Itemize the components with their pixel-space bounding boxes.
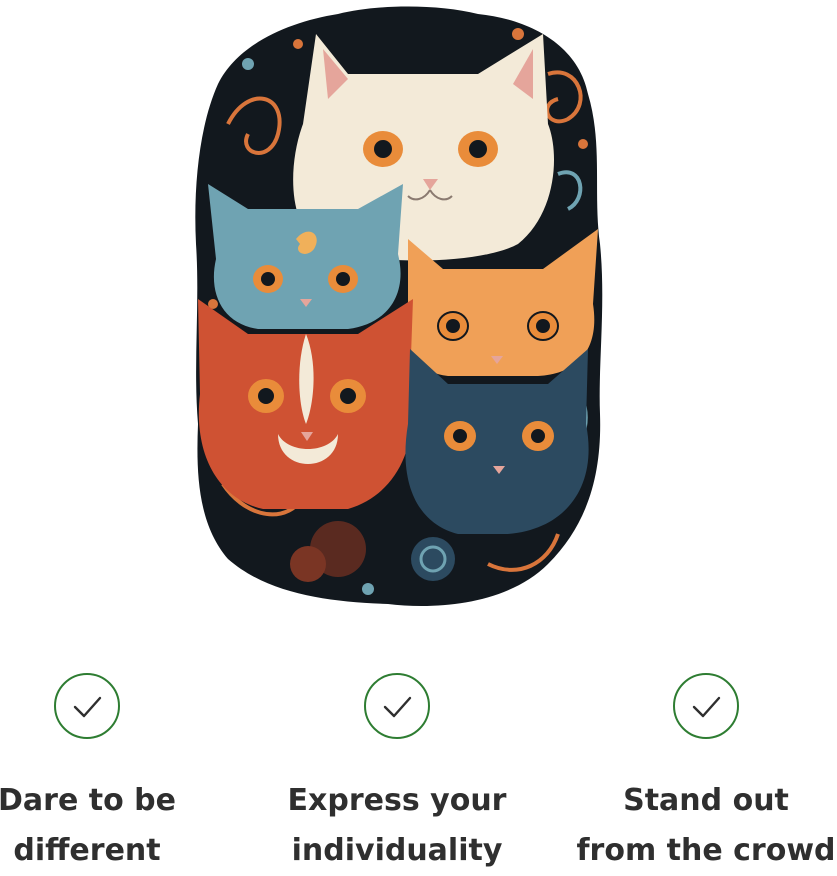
feature-label-line-2: different: [13, 833, 161, 868]
feature-dare-to-be-different: Dare to be different: [0, 672, 227, 876]
feature-label-line-1: Stand out: [623, 783, 789, 818]
feature-label: Express your individuality: [257, 776, 537, 876]
feature-label: Stand out from the crowd: [566, 776, 837, 876]
feature-stand-out-from-the-crowd: Stand out from the crowd: [566, 672, 837, 876]
check-circle-icon: [363, 672, 431, 740]
cats-illustration-svg: [195, 6, 603, 606]
check-circle-icon: [672, 672, 740, 740]
feature-label: Dare to be different: [0, 776, 227, 876]
feature-label-line-2: individuality: [291, 833, 503, 868]
feature-label-line-1: Dare to be: [0, 783, 176, 818]
feature-label-line-2: from the crowd: [576, 833, 836, 868]
check-circle-icon: [53, 672, 121, 740]
features-row: Dare to be different Express your indivi…: [0, 672, 837, 872]
feature-express-your-individuality: Express your individuality: [257, 672, 537, 876]
feature-label-line-1: Express your: [287, 783, 507, 818]
cats-sticker-illustration: [188, 4, 606, 610]
